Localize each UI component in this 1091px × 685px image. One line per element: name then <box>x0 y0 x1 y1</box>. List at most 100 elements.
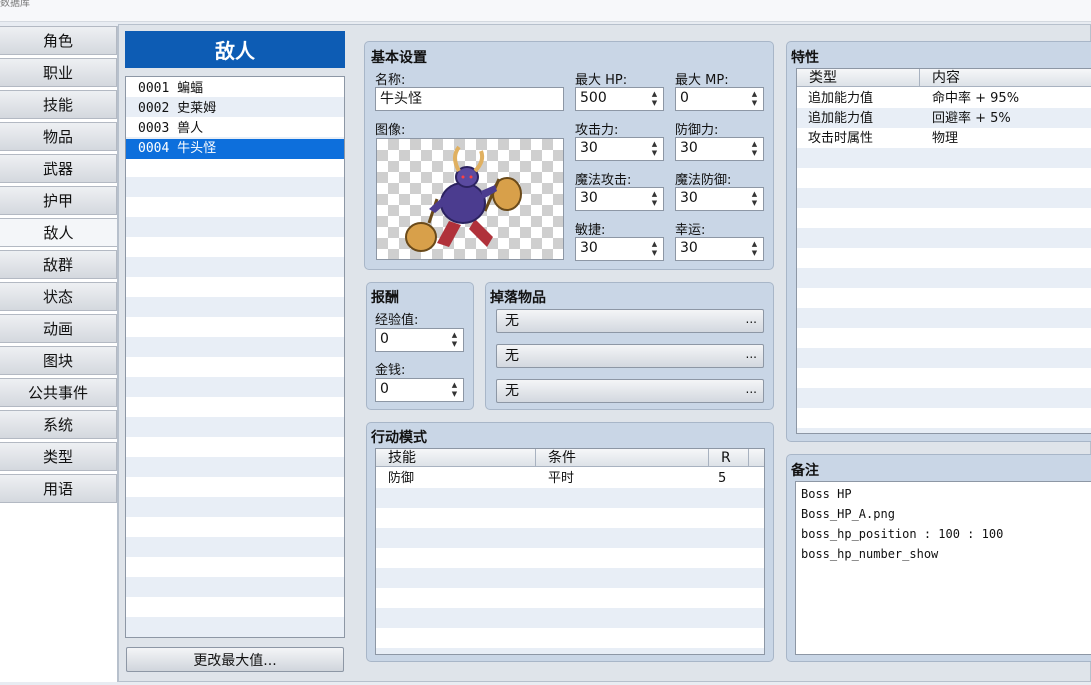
stat-spinner[interactable]: 500 ▲ ▼ <box>575 87 664 111</box>
list-row-bg <box>126 537 344 557</box>
list-row-bg <box>126 557 344 577</box>
list-row-bg <box>126 157 344 177</box>
column-header[interactable]: 类型 <box>797 69 920 87</box>
note-field[interactable]: Boss HP Boss_HP_A.png boss_hp_position : 1… <box>795 481 1091 655</box>
drop-item-button[interactable]: 无... <box>496 309 764 333</box>
spinner-arrows-icon[interactable]: ▲ ▼ <box>750 140 759 158</box>
trait-type[interactable]: 攻击时属性 <box>808 129 873 149</box>
tab-7[interactable]: 敌人 <box>0 218 117 247</box>
list-row-bg <box>126 337 344 357</box>
drop-item-label: 无 <box>505 313 519 329</box>
ellipsis-icon: ... <box>745 312 757 326</box>
tab-9[interactable]: 状态 <box>0 282 117 311</box>
trait-content[interactable]: 物理 <box>932 129 958 149</box>
stat-spinner[interactable]: 30 ▲ ▼ <box>675 137 764 161</box>
list-row-bg <box>126 517 344 537</box>
tab-2[interactable]: 职业 <box>0 58 117 87</box>
traits-table[interactable]: 类型 内容 追加能力值 命中率 + 95% 追加能力值 回避率 + 5% 攻击时属性 物理 <box>796 68 1091 434</box>
trait-content[interactable]: 回避率 + 5% <box>932 109 1011 129</box>
spinner-arrows-icon[interactable]: ▲ ▼ <box>650 240 659 258</box>
tab-12[interactable]: 公共事件 <box>0 378 117 407</box>
list-row-bg <box>126 397 344 417</box>
spinner-arrows-icon[interactable]: ▲ ▼ <box>650 90 659 108</box>
spinner-arrows-icon[interactable]: ▲ ▼ <box>450 331 459 349</box>
stat-label: 攻击力: <box>575 123 619 138</box>
list-row-bg <box>126 297 344 317</box>
table-row-bg <box>797 428 1091 433</box>
list-header: 敌人 <box>125 31 345 68</box>
name-field[interactable]: 牛头怪 <box>375 87 564 111</box>
spinner-arrows-icon[interactable]: ▲ ▼ <box>750 190 759 208</box>
stat-label: 魔法防御: <box>675 173 732 188</box>
trait-content[interactable]: 命中率 + 95% <box>932 89 1019 109</box>
tab-8[interactable]: 敌群 <box>0 250 117 279</box>
tab-13[interactable]: 系统 <box>0 410 117 439</box>
stat-spinner[interactable]: 30 ▲ ▼ <box>575 137 664 161</box>
list-item[interactable]: 0004 牛头怪 <box>126 139 344 159</box>
stat-spinner[interactable]: 30 ▲ ▼ <box>575 237 664 261</box>
spinner-arrows-icon[interactable]: ▲ ▼ <box>650 140 659 158</box>
list-item[interactable]: 0003 兽人 <box>126 119 344 139</box>
tab-10[interactable]: 动画 <box>0 314 117 343</box>
action-condition[interactable]: 平时 <box>548 469 574 489</box>
tab-14[interactable]: 类型 <box>0 442 117 471</box>
table-row-bg <box>797 188 1091 208</box>
list-row-bg <box>126 497 344 517</box>
enemy-image[interactable] <box>376 138 564 260</box>
action-skill[interactable]: 防御 <box>388 469 414 489</box>
tab-6[interactable]: 护甲 <box>0 186 117 215</box>
table-row-bg <box>797 228 1091 248</box>
column-header[interactable]: 内容 <box>920 69 1091 87</box>
stat-label: 防御力: <box>675 123 719 138</box>
spinner-arrows-icon[interactable]: ▲ ▼ <box>750 240 759 258</box>
exp-value: 0 <box>380 331 389 347</box>
list-row-bg <box>126 177 344 197</box>
tab-3[interactable]: 技能 <box>0 90 117 119</box>
stat-spinner[interactable]: 0 ▲ ▼ <box>675 87 764 111</box>
tab-15[interactable]: 用语 <box>0 474 117 503</box>
note-line: Boss HP <box>801 487 852 501</box>
tab-5[interactable]: 武器 <box>0 154 117 183</box>
title-bar: 数据库 <box>0 0 1091 22</box>
trait-type[interactable]: 追加能力值 <box>808 109 873 129</box>
list-row-bg <box>126 317 344 337</box>
note-line: Boss_HP_A.png <box>801 507 895 521</box>
enemy-list[interactable]: 0001 蝙蝠 0002 史莱姆 0003 兽人 0004 牛头怪 <box>125 76 345 638</box>
trait-type[interactable]: 追加能力值 <box>808 89 873 109</box>
stat-spinner[interactable]: 30 ▲ ▼ <box>675 187 764 211</box>
ellipsis-icon: ... <box>745 382 757 396</box>
list-row-bg <box>126 417 344 437</box>
table-row-bg <box>797 388 1091 408</box>
column-header[interactable]: 技能 <box>376 449 536 467</box>
window-title: 数据库 <box>0 0 30 9</box>
gold-spinner[interactable]: 0 ▲ ▼ <box>375 378 464 402</box>
gold-label: 金钱: <box>375 363 406 378</box>
stat-value: 30 <box>580 190 598 206</box>
action-rating[interactable]: 5 <box>718 469 726 489</box>
change-max-button[interactable]: 更改最大值... <box>126 647 344 672</box>
action-patterns-table[interactable]: 技能 条件 R 防御 平时 5 <box>375 448 765 655</box>
drop-item-button[interactable]: 无... <box>496 344 764 368</box>
column-header[interactable]: R <box>709 449 749 467</box>
stat-spinner[interactable]: 30 ▲ ▼ <box>675 237 764 261</box>
list-item[interactable]: 0002 史莱姆 <box>126 99 344 119</box>
stat-value: 30 <box>580 240 598 256</box>
drop-item-label: 无 <box>505 348 519 364</box>
stat-spinner[interactable]: 30 ▲ ▼ <box>575 187 664 211</box>
exp-spinner[interactable]: 0 ▲ ▼ <box>375 328 464 352</box>
table-row-bg <box>797 348 1091 368</box>
stat-label: 魔法攻击: <box>575 173 632 188</box>
spinner-arrows-icon[interactable]: ▲ ▼ <box>750 90 759 108</box>
table-row-bg <box>376 548 764 568</box>
column-header[interactable]: 条件 <box>536 449 709 467</box>
drop-item-button[interactable]: 无... <box>496 379 764 403</box>
tab-11[interactable]: 图块 <box>0 346 117 375</box>
drop-items-title: 掉落物品 <box>490 290 546 306</box>
tab-4[interactable]: 物品 <box>0 122 117 151</box>
list-item[interactable]: 0001 蝙蝠 <box>126 79 344 99</box>
image-label: 图像: <box>375 123 406 138</box>
tab-1[interactable]: 角色 <box>0 26 117 55</box>
stat-value: 30 <box>680 140 698 156</box>
spinner-arrows-icon[interactable]: ▲ ▼ <box>650 190 659 208</box>
spinner-arrows-icon[interactable]: ▲ ▼ <box>450 381 459 399</box>
